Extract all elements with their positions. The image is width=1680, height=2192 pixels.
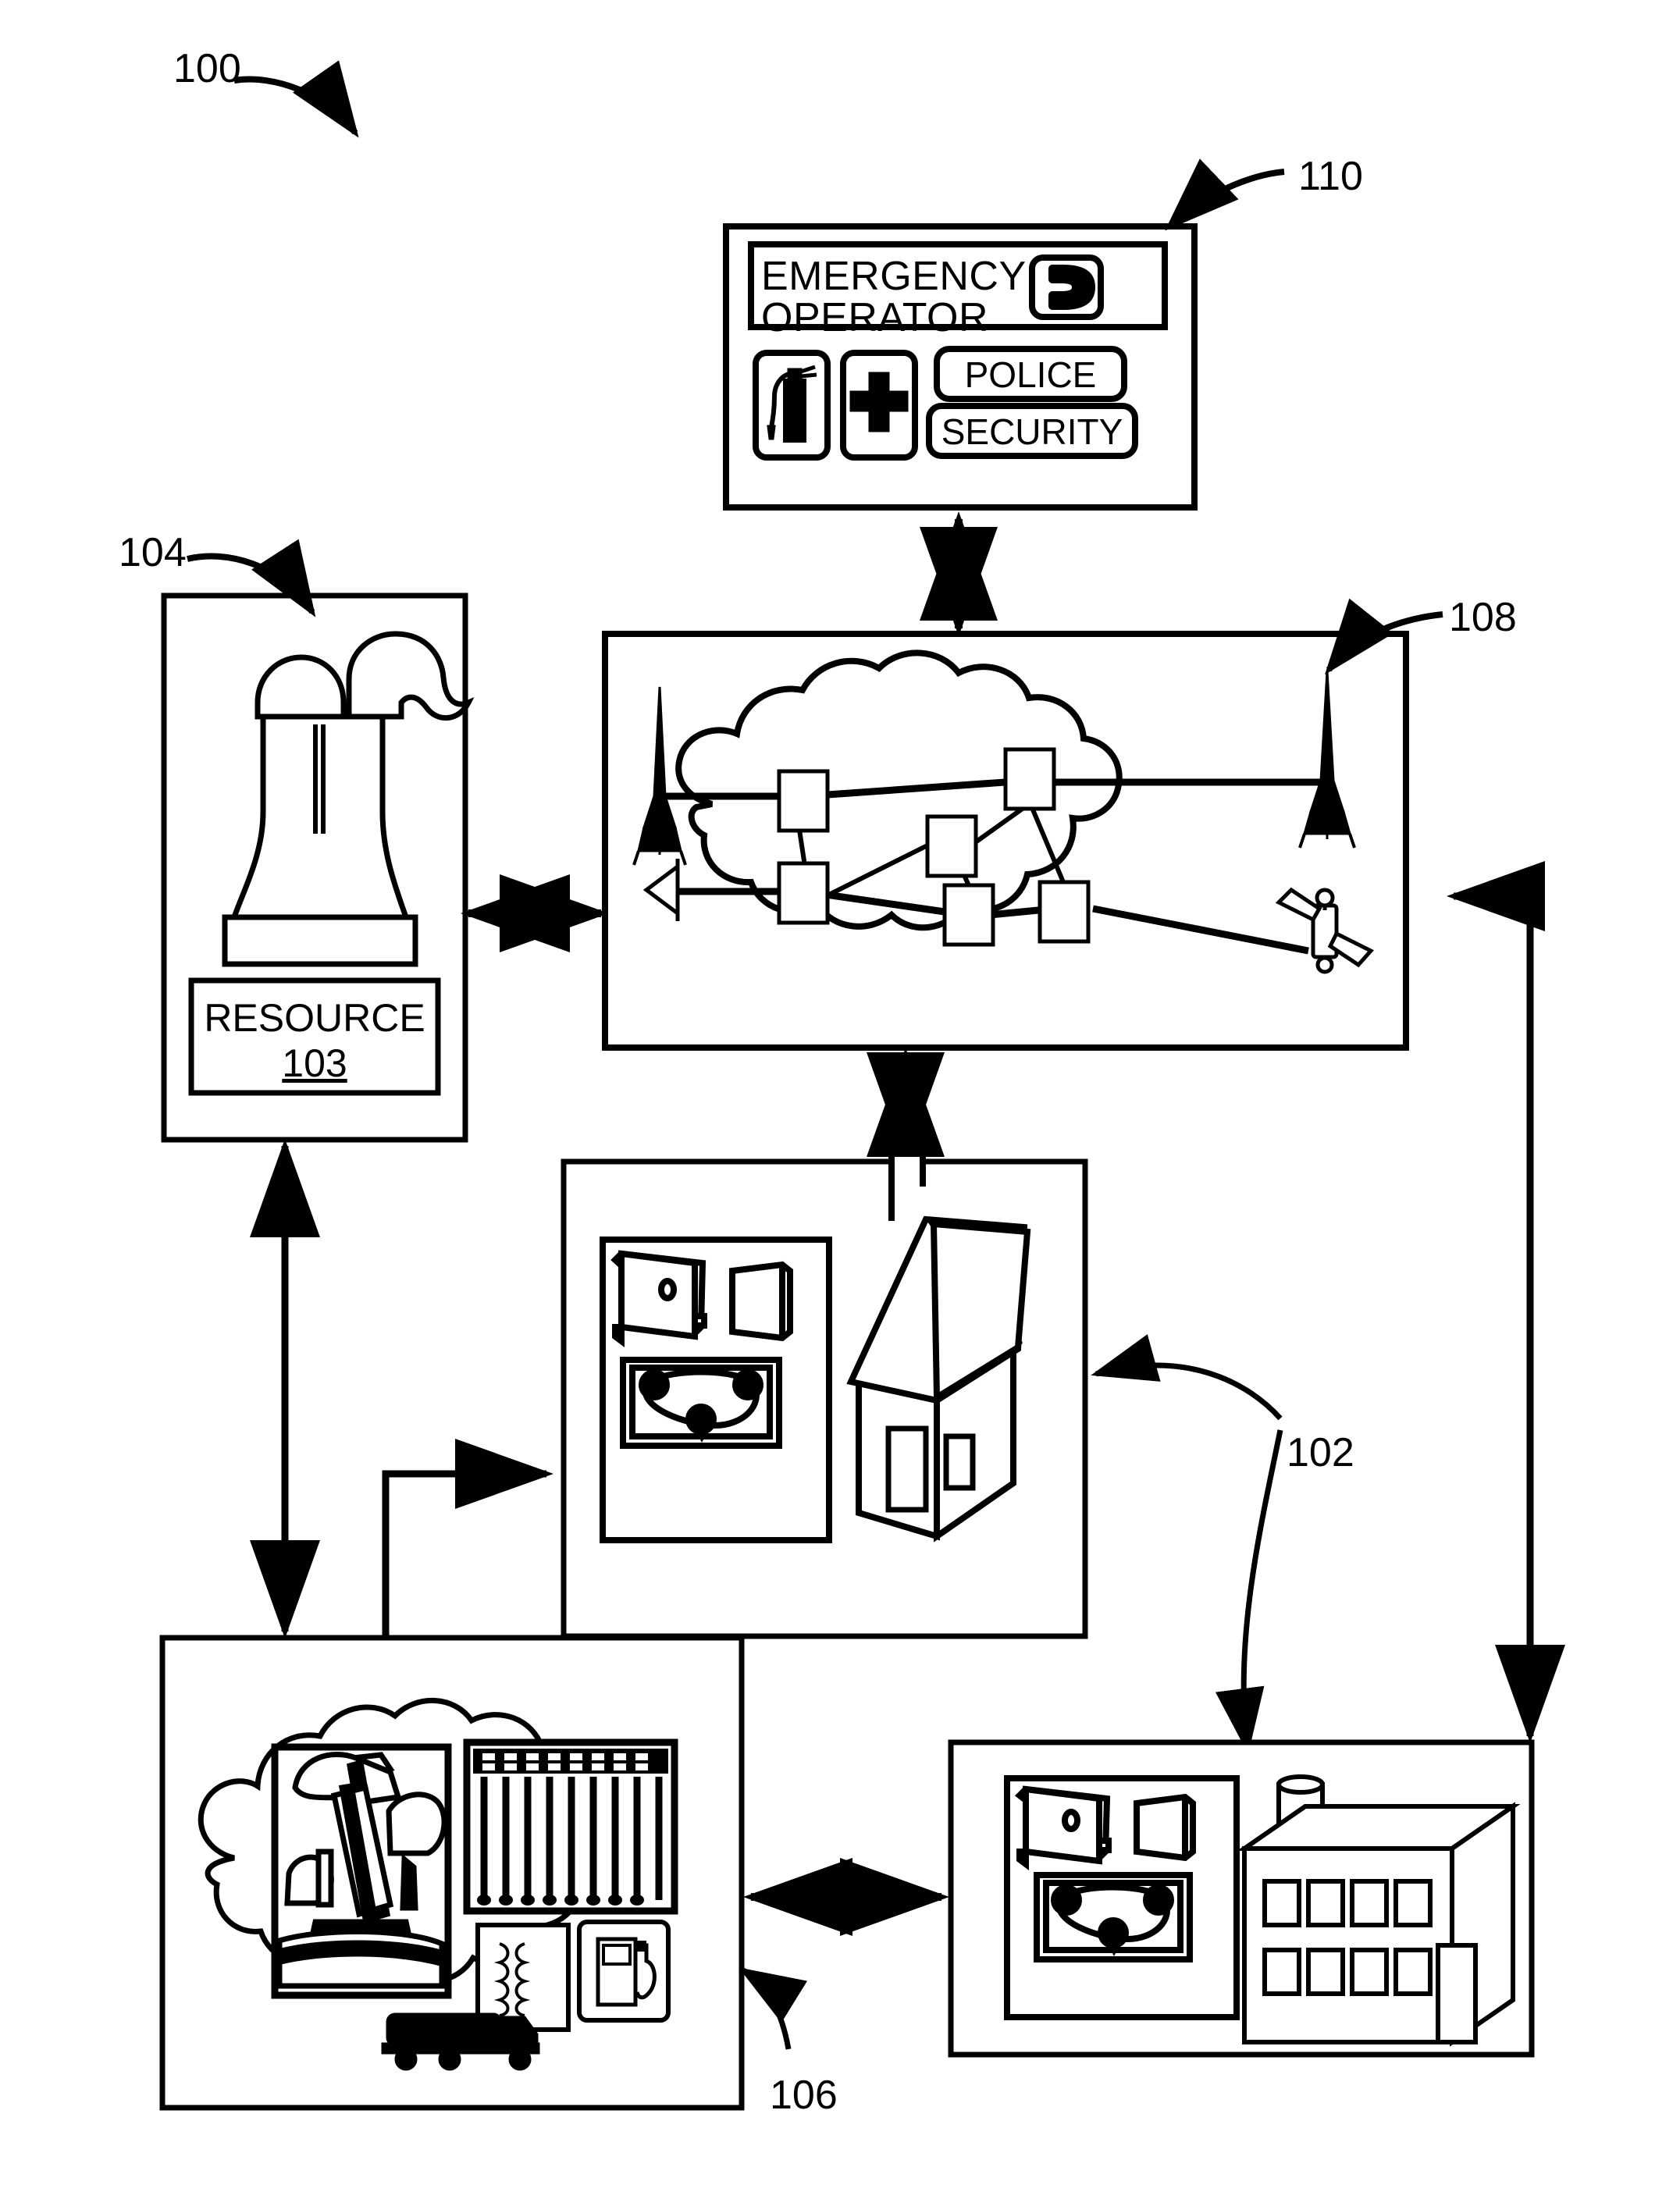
commercial-building-icon (1237, 1802, 1521, 2047)
smart-meter-icon-2 (1034, 1872, 1193, 1962)
oil-derrick-icon (271, 1743, 452, 1999)
network-box (602, 631, 1409, 1051)
ref-label-102: 102 (1287, 1430, 1354, 1475)
ref-label-100: 100 (173, 46, 241, 91)
patent-figure: EMERGENCY OPERATOR POLICE SECURITY RESOU… (0, 0, 1680, 2192)
smart-meter-icon (620, 1357, 782, 1449)
pipeline-rack-icon (463, 1738, 678, 1915)
residence-box (561, 1151, 1088, 1639)
ref-label-108: 108 (1449, 595, 1517, 640)
ref-label-106: 106 (770, 2073, 838, 2118)
resource-number: 103 (282, 1041, 347, 1085)
emergency-operator-header-line1: EMERGENCY (761, 254, 1027, 299)
ref-label-104: 104 (119, 530, 187, 575)
ref-label-110: 110 (1298, 154, 1363, 199)
breaker-box-icon (729, 1261, 793, 1342)
tanker-truck-icon (381, 2012, 540, 2071)
police-button-label[interactable]: POLICE (937, 354, 1124, 396)
leader-102-commercial (1215, 1429, 1283, 1754)
security-button-label[interactable]: SECURITY (929, 411, 1135, 453)
resource-label: RESOURCE (204, 996, 425, 1040)
breaker-panel-icon (610, 1250, 707, 1347)
breaker-box-icon-2 (1134, 1793, 1196, 1862)
leader-100 (233, 60, 359, 138)
fuel-pump-icon (577, 1920, 671, 2023)
commercial-building-box (948, 1739, 1535, 2058)
leader-110 (1165, 158, 1285, 231)
leader-102-house (1091, 1334, 1283, 1421)
emergency-operator-header-line2: OPERATOR (761, 295, 989, 340)
arrow-energy-residence (382, 1439, 553, 1636)
breaker-panel-icon-2 (1014, 1785, 1112, 1870)
leader-106 (739, 1967, 808, 2050)
energy-supply-box (159, 1635, 745, 2111)
